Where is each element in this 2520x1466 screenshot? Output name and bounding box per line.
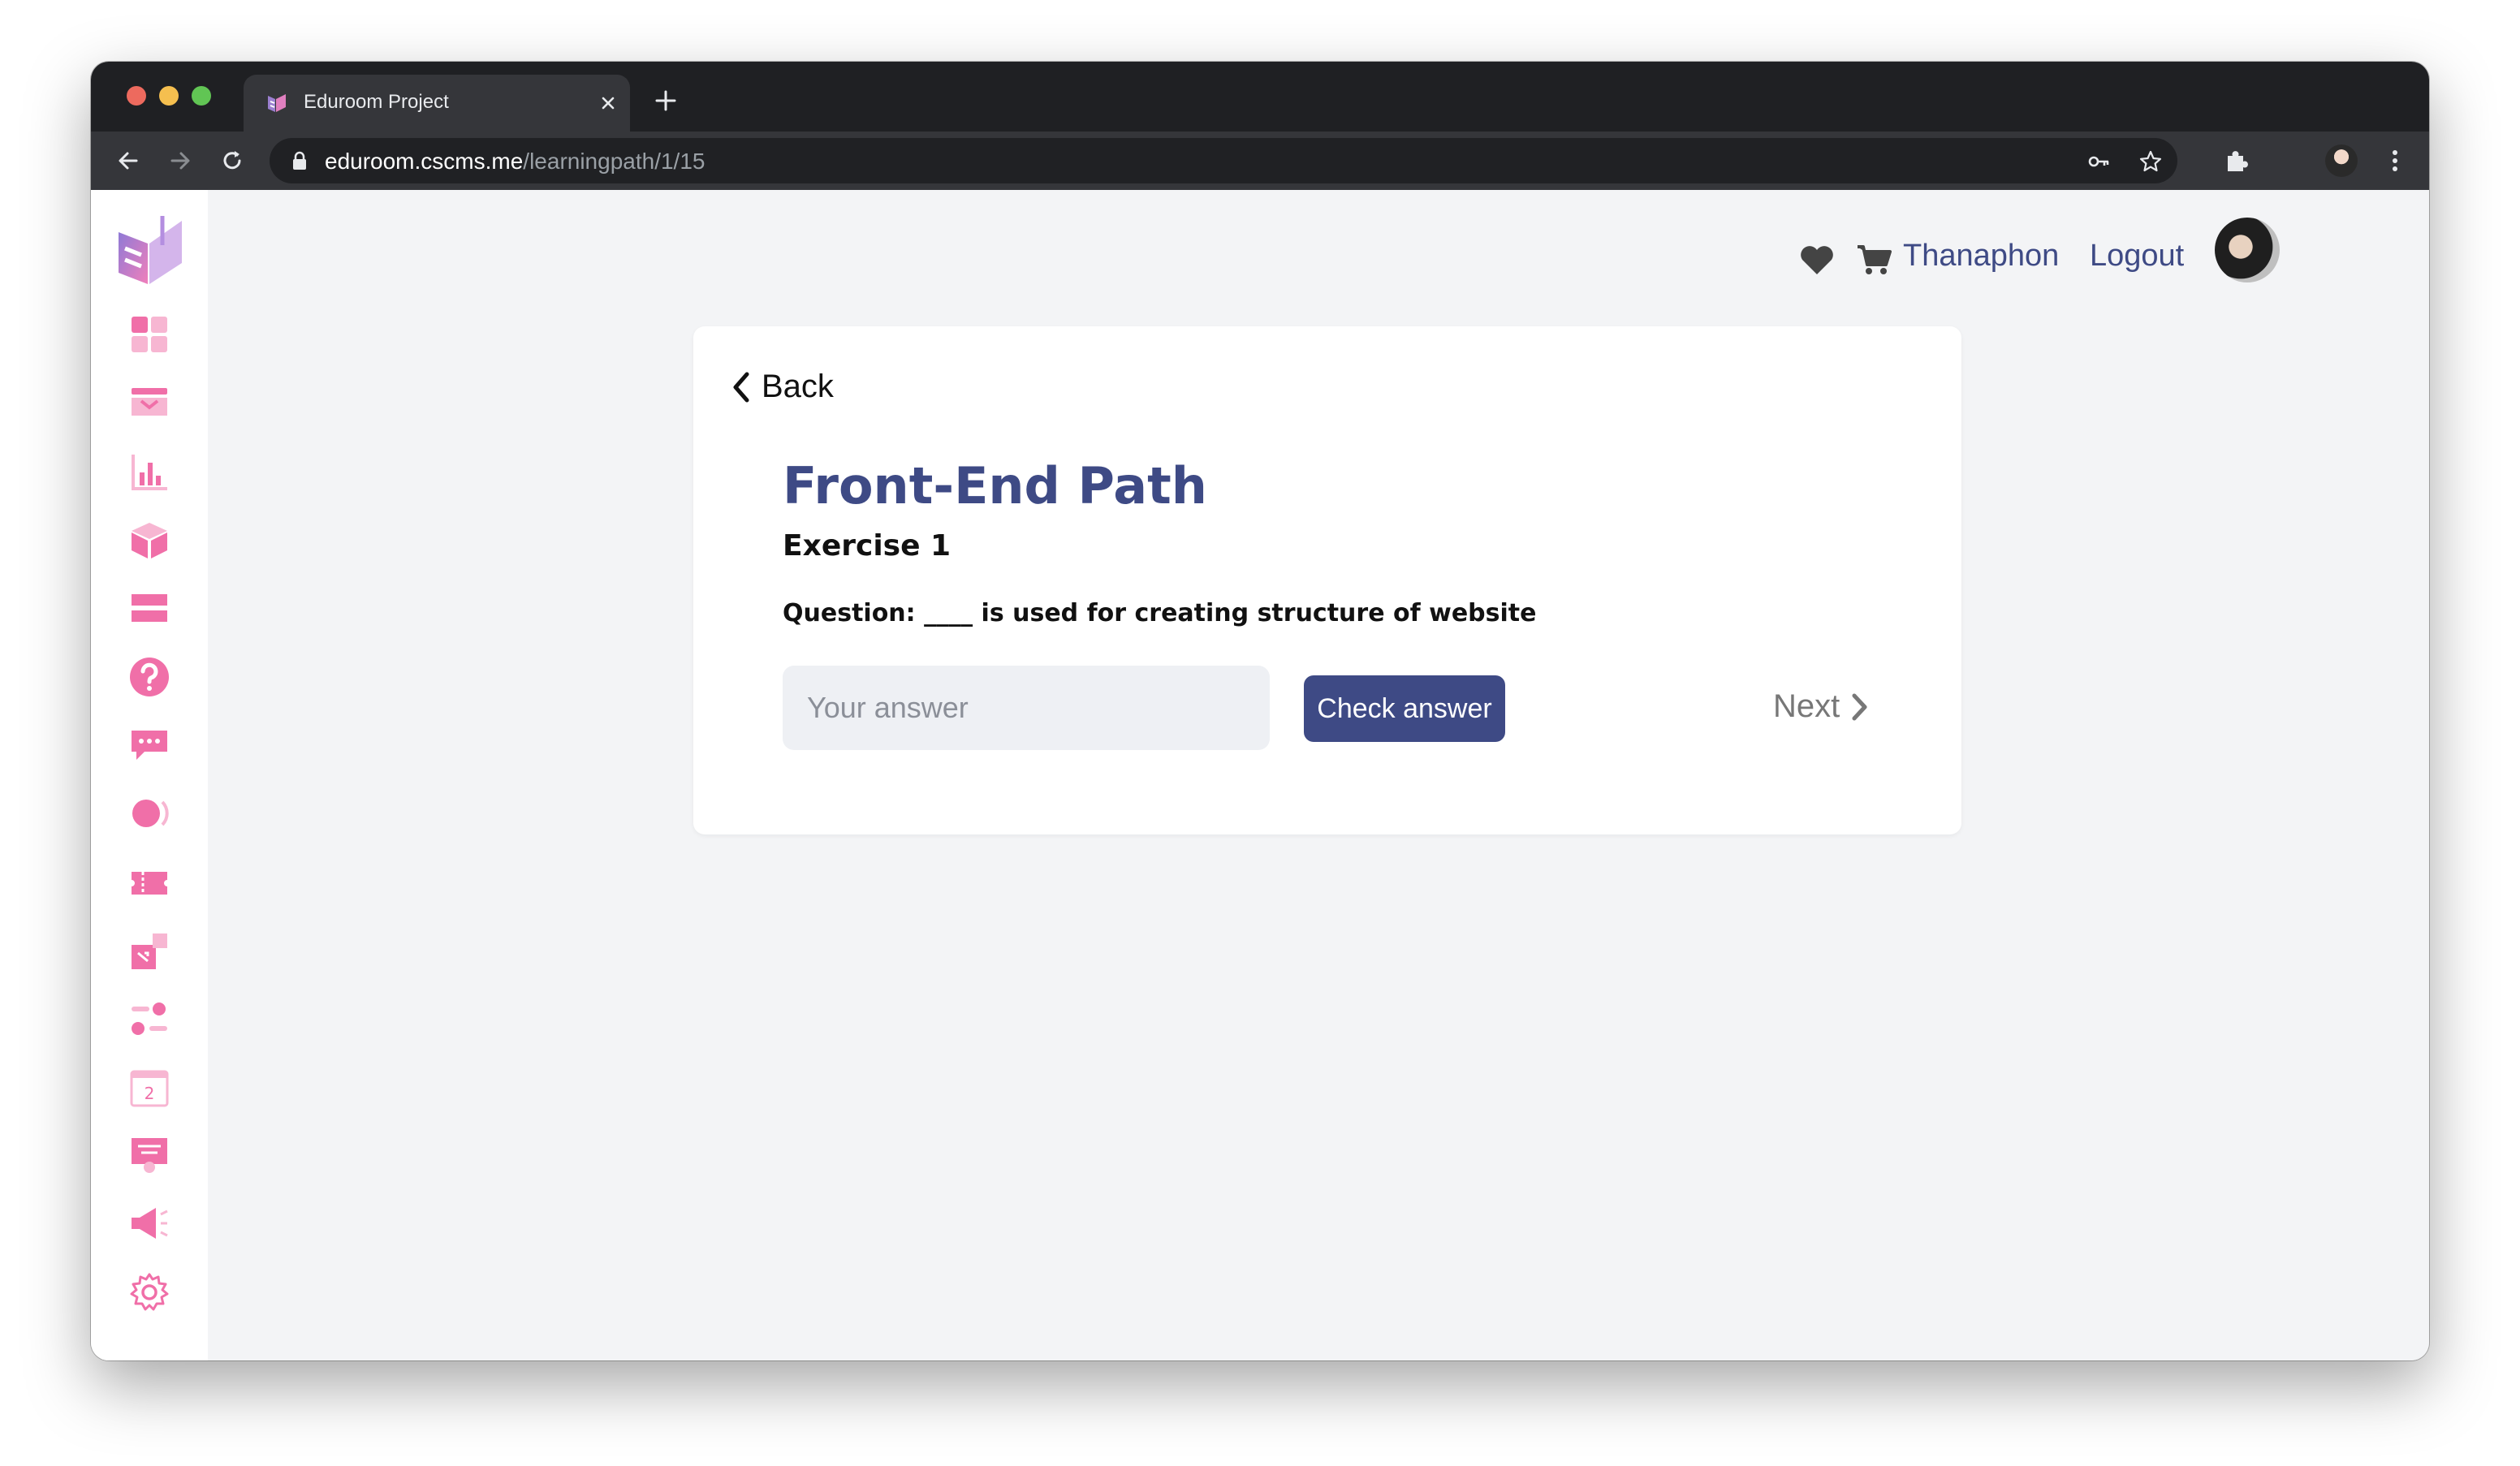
inbox-icon[interactable] bbox=[128, 382, 170, 424]
chevron-right-icon bbox=[1852, 693, 1867, 720]
next-label: Next bbox=[1773, 688, 1840, 724]
certificate-icon[interactable] bbox=[128, 1135, 170, 1177]
minimize-window-button[interactable] bbox=[159, 86, 179, 106]
tab-title: Eduroom Project bbox=[304, 91, 449, 113]
podcast-icon[interactable] bbox=[128, 792, 170, 834]
back-link[interactable]: Back bbox=[731, 369, 834, 405]
calendar-day: 2 bbox=[145, 1084, 155, 1103]
close-tab-icon[interactable] bbox=[596, 91, 620, 115]
heart-icon[interactable] bbox=[1799, 244, 1835, 276]
calendar-icon[interactable]: 2 bbox=[128, 1067, 170, 1109]
eduroom-favicon-icon bbox=[268, 94, 286, 112]
check-answer-button[interactable]: Check answer bbox=[1304, 675, 1505, 742]
logout-link[interactable]: Logout bbox=[2090, 239, 2184, 274]
browser-profile-avatar[interactable] bbox=[2325, 144, 2358, 177]
help-icon[interactable] bbox=[128, 656, 170, 698]
address-bar[interactable]: eduroom.cscms.me/learningpath/1/15 bbox=[270, 138, 2177, 183]
card-icon[interactable] bbox=[128, 588, 170, 630]
question-text: Question: ____ is used for creating stru… bbox=[783, 599, 1537, 627]
browser-toolbar: eduroom.cscms.me/learningpath/1/15 bbox=[91, 132, 2429, 190]
exercise-card: Back Front-End Path Exercise 1 Question:… bbox=[693, 326, 1961, 834]
url-host: eduroom.cscms.me bbox=[325, 149, 524, 174]
page-content: 2 Thanaphon Logout Back Front-End Path E… bbox=[91, 190, 2429, 1360]
megaphone-icon[interactable] bbox=[128, 1203, 170, 1245]
chart-icon[interactable] bbox=[128, 451, 170, 494]
sidebar: 2 bbox=[91, 190, 208, 1360]
browser-window: Eduroom Project eduroom.cscms.me/learnin… bbox=[91, 62, 2429, 1360]
chat-icon[interactable] bbox=[128, 724, 170, 766]
back-arrow-icon[interactable] bbox=[114, 146, 143, 175]
exercise-label: Exercise 1 bbox=[783, 529, 951, 563]
close-window-button[interactable] bbox=[127, 86, 146, 106]
new-tab-icon[interactable] bbox=[653, 88, 679, 114]
maximize-window-button[interactable] bbox=[192, 86, 211, 106]
dashboard-icon[interactable] bbox=[128, 313, 170, 356]
settings-icon[interactable] bbox=[128, 1271, 170, 1313]
bookmark-star-icon[interactable] bbox=[2138, 149, 2163, 174]
eduroom-logo-icon[interactable] bbox=[115, 213, 183, 287]
key-icon[interactable] bbox=[2086, 149, 2111, 174]
url-text: eduroom.cscms.me/learningpath/1/15 bbox=[325, 149, 705, 175]
url-path: /learningpath/1/15 bbox=[523, 149, 706, 174]
chevron-left-icon bbox=[733, 372, 749, 402]
browser-tab[interactable]: Eduroom Project bbox=[244, 75, 630, 132]
box-icon[interactable] bbox=[128, 520, 170, 562]
tab-strip: Eduroom Project bbox=[91, 62, 2429, 132]
forward-arrow-icon[interactable] bbox=[166, 146, 195, 175]
path-title: Front-End Path bbox=[783, 456, 1207, 515]
reload-icon[interactable] bbox=[218, 146, 247, 175]
answer-input[interactable] bbox=[783, 666, 1270, 750]
extensions-puzzle-icon[interactable] bbox=[2221, 146, 2250, 175]
back-label: Back bbox=[762, 369, 834, 404]
menu-kebab-icon[interactable] bbox=[2380, 146, 2410, 175]
lock-icon bbox=[293, 151, 306, 170]
toggle-icon[interactable] bbox=[128, 998, 170, 1041]
cart-icon[interactable] bbox=[1856, 244, 1892, 276]
user-avatar[interactable] bbox=[2215, 218, 2280, 282]
ticket-icon[interactable] bbox=[128, 862, 170, 904]
username-link[interactable]: Thanaphon bbox=[1903, 239, 2059, 274]
next-link[interactable]: Next bbox=[1773, 688, 1869, 725]
puzzle-icon[interactable] bbox=[128, 930, 170, 972]
